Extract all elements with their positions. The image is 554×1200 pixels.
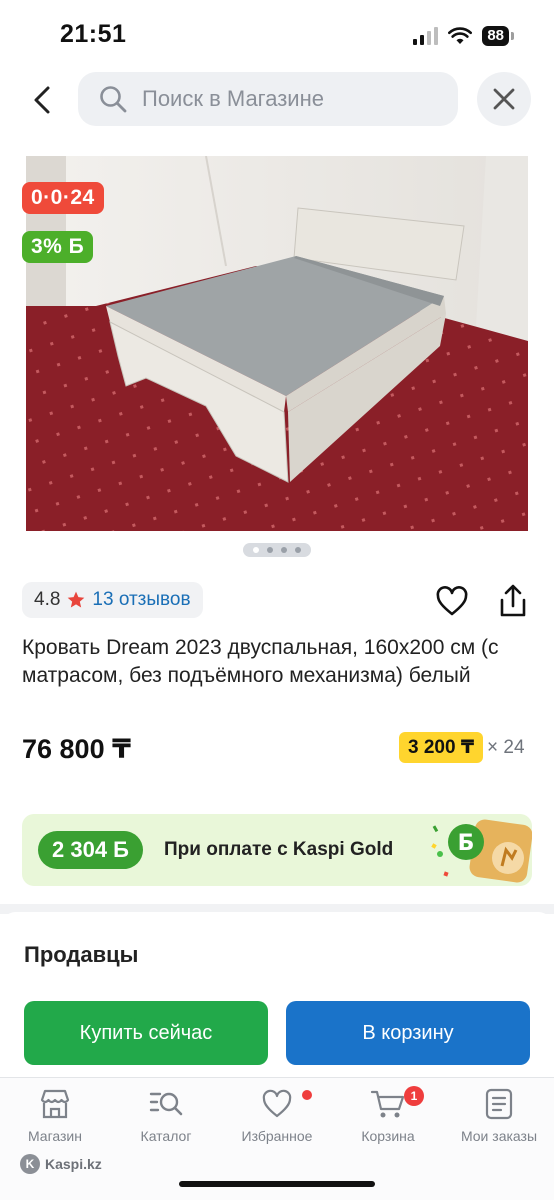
status-time: 21:51 xyxy=(60,20,127,48)
installment-badge: 0·0·24 xyxy=(22,182,104,214)
tab-store[interactable]: Магазин xyxy=(0,1088,110,1144)
sellers-title: Продавцы xyxy=(24,942,139,967)
chevron-left-icon xyxy=(34,86,50,114)
search-placeholder: Поиск в Магазине xyxy=(142,86,324,111)
product-title: Кровать Dream 2023 двуспальная, 160х200 … xyxy=(22,636,499,687)
gallery-pagination xyxy=(243,543,311,557)
rating-value: 4.8 xyxy=(34,589,61,610)
cart-icon xyxy=(370,1090,405,1118)
heart-icon xyxy=(262,1089,292,1118)
gallery-dot xyxy=(281,547,287,553)
search-icon xyxy=(100,86,127,113)
search-header: Поиск в Магазине xyxy=(0,72,554,128)
store-icon xyxy=(40,1089,70,1119)
back-button[interactable] xyxy=(22,80,62,120)
tab-label: Мои заказы xyxy=(460,1128,538,1144)
add-to-cart-button[interactable]: В корзину xyxy=(286,1001,530,1065)
buy-now-button[interactable]: Купить сейчас xyxy=(24,1001,268,1065)
heart-icon xyxy=(436,586,468,616)
tab-favorites[interactable]: Избранное xyxy=(222,1088,332,1144)
tab-label: Каталог xyxy=(140,1128,192,1144)
status-icons: 88 xyxy=(413,26,514,46)
battery-level: 88 xyxy=(482,26,509,46)
rating-chip[interactable]: 4.8 13 отзывов xyxy=(22,582,203,618)
tab-orders[interactable]: Мои заказы xyxy=(444,1088,554,1144)
reviews-link[interactable]: 13 отзывов xyxy=(92,589,190,611)
product-photo xyxy=(26,156,528,531)
product-price: 76 800 ₸ xyxy=(22,734,131,764)
tab-label: Магазин xyxy=(27,1128,82,1144)
tab-label: Избранное xyxy=(241,1128,313,1144)
kaspi-logo-icon: K xyxy=(20,1154,40,1174)
tab-label: Корзина xyxy=(361,1128,415,1144)
product-image[interactable] xyxy=(26,156,528,531)
installment-months: × 24 xyxy=(487,736,525,758)
installment-info[interactable]: 3 200 ₸ × 24 xyxy=(399,732,525,763)
kaspi-gold-banner[interactable]: 2 304 Б При оплате с Kaspi Gold Б xyxy=(22,814,532,886)
kaspi-gold-card-icon: Б xyxy=(431,819,532,883)
kaspi-watermark: K Kaspi.kz xyxy=(20,1154,102,1174)
close-icon xyxy=(493,88,515,110)
watermark-text: Kaspi.kz xyxy=(45,1156,102,1172)
bonus-badge: 3% Б xyxy=(22,231,94,263)
gallery-dot xyxy=(295,547,301,553)
catalog-search-icon xyxy=(149,1092,183,1116)
tab-catalog[interactable]: Каталог xyxy=(111,1088,221,1144)
wifi-icon xyxy=(448,27,473,44)
status-bar: 21:51 88 xyxy=(0,0,554,70)
orders-icon xyxy=(485,1088,513,1120)
gold-bonus-amount: 2 304 Б xyxy=(38,831,143,869)
installment-amount: 3 200 ₸ xyxy=(399,732,484,763)
share-icon xyxy=(500,584,526,617)
tab-cart[interactable]: 1 Корзина xyxy=(333,1086,443,1144)
gallery-dot xyxy=(253,547,259,553)
share-button[interactable] xyxy=(494,582,532,620)
cellular-signal-icon xyxy=(413,27,439,45)
search-input[interactable]: Поиск в Магазине xyxy=(78,72,458,126)
cart-count-badge: 1 xyxy=(404,1086,424,1106)
favorite-button[interactable] xyxy=(434,584,470,620)
notification-dot xyxy=(302,1090,312,1100)
star-icon xyxy=(68,591,85,608)
battery-icon: 88 xyxy=(482,26,514,46)
gold-banner-text: При оплате с Kaspi Gold xyxy=(164,839,394,860)
home-indicator xyxy=(179,1181,375,1187)
svg-text:Б: Б xyxy=(458,831,475,856)
close-button[interactable] xyxy=(477,72,531,126)
gallery-dot xyxy=(267,547,273,553)
